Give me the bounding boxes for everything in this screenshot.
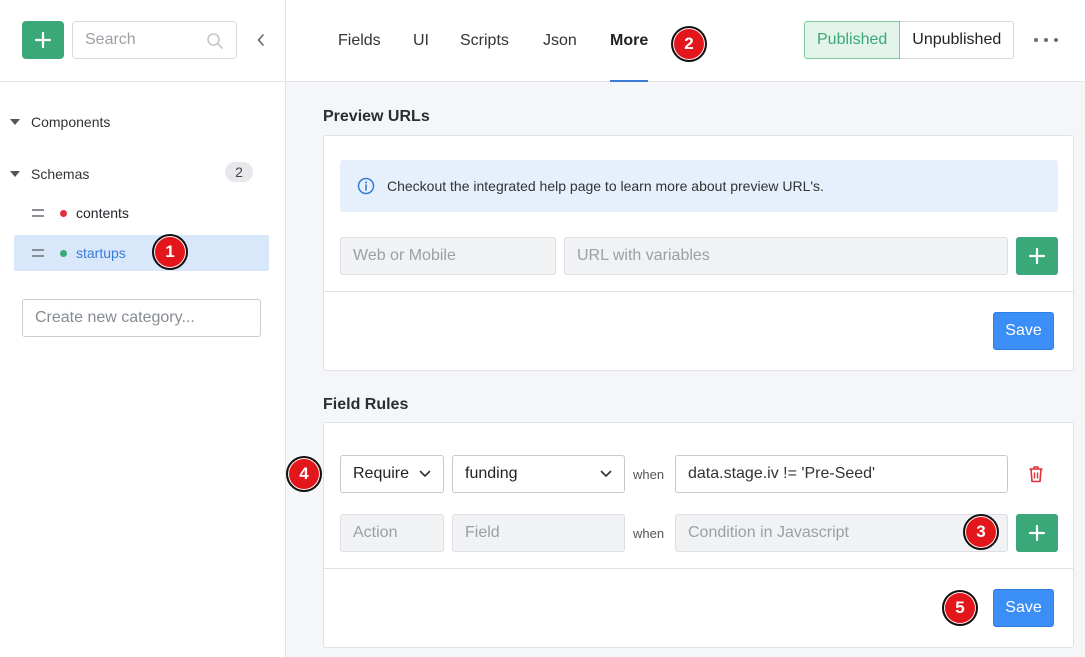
save-preview-button[interactable]: Save (993, 312, 1054, 350)
search-box[interactable] (72, 21, 237, 59)
drag-handle-icon[interactable] (32, 249, 44, 257)
add-schema-button[interactable] (22, 21, 64, 59)
when-label: when (633, 467, 665, 482)
status-dot (60, 209, 67, 217)
schemas-count-badge: 2 (225, 162, 253, 182)
preview-urls-title: Preview URLs (323, 108, 430, 125)
search-input[interactable] (85, 31, 200, 49)
drag-handle-icon[interactable] (32, 209, 44, 217)
preview-name-input[interactable] (340, 237, 556, 275)
preview-url-input[interactable] (564, 237, 1008, 275)
new-rule-action-input[interactable] (340, 514, 444, 552)
annotation-marker-2: 2 (671, 26, 707, 62)
plus-icon (1028, 524, 1046, 542)
trash-icon[interactable] (1028, 465, 1044, 483)
schemas-group[interactable]: Schemas 2 (0, 162, 286, 186)
caret-down-icon (10, 171, 20, 177)
rule-field-value: funding (465, 465, 518, 482)
when-label: when (633, 526, 665, 541)
field-rules-title: Field Rules (323, 396, 409, 413)
annotation-marker-3: 3 (963, 514, 999, 550)
tab-scripts[interactable]: Scripts (460, 0, 509, 82)
status-dot (60, 249, 67, 257)
schema-item-startups[interactable]: startups (14, 235, 269, 271)
chevron-down-icon (419, 470, 431, 477)
info-icon (357, 177, 375, 195)
chevron-left-icon (257, 34, 264, 46)
annotation-marker-1: 1 (152, 234, 188, 270)
unpublished-button[interactable]: Unpublished (900, 21, 1015, 59)
tab-ui[interactable]: UI (413, 0, 429, 82)
add-preview-url-button[interactable] (1016, 237, 1058, 275)
tab-json[interactable]: Json (543, 0, 577, 82)
publish-toggle: Published Unpublished (804, 21, 1015, 59)
save-rules-button[interactable]: Save (993, 589, 1054, 627)
preview-urls-card: Checkout the integrated help page to lea… (323, 135, 1074, 371)
schema-label: startups (76, 245, 126, 261)
rule-field-select[interactable]: funding (452, 455, 625, 493)
components-group[interactable]: Components (0, 110, 286, 134)
sidebar-header (0, 0, 285, 82)
new-rule-field-input[interactable] (452, 514, 625, 552)
components-label: Components (31, 114, 111, 130)
create-category-input[interactable] (22, 299, 261, 337)
chevron-down-icon (600, 470, 612, 477)
tab-more[interactable]: More (610, 0, 649, 82)
rule-action-value: Require (353, 465, 410, 482)
info-alert: Checkout the integrated help page to lea… (340, 160, 1058, 212)
search-icon (207, 33, 223, 49)
new-rule-condition-input[interactable] (675, 514, 1008, 552)
caret-down-icon (10, 119, 20, 125)
schemas-label: Schemas (31, 166, 90, 182)
schema-label: contents (76, 205, 129, 221)
annotation-marker-4: 4 (286, 456, 322, 492)
divider (324, 291, 1073, 292)
add-rule-button[interactable] (1016, 514, 1058, 552)
collapse-sidebar-button[interactable] (252, 29, 270, 51)
rule-condition-input[interactable] (675, 455, 1008, 493)
annotation-marker-5: 5 (942, 590, 978, 626)
plus-icon (1028, 247, 1046, 265)
sidebar: Components Schemas 2 contents startups (0, 0, 286, 657)
divider (324, 568, 1073, 569)
schema-item-contents[interactable]: contents (14, 195, 269, 231)
published-button[interactable]: Published (804, 21, 901, 59)
more-options-icon[interactable] (1034, 30, 1058, 50)
rule-action-select[interactable]: Require (340, 455, 444, 493)
info-text: Checkout the integrated help page to lea… (387, 178, 824, 194)
main-panel: Fields UI Scripts Json More Published Un… (286, 0, 1085, 657)
plus-icon (34, 31, 52, 49)
tab-fields[interactable]: Fields (338, 0, 381, 82)
